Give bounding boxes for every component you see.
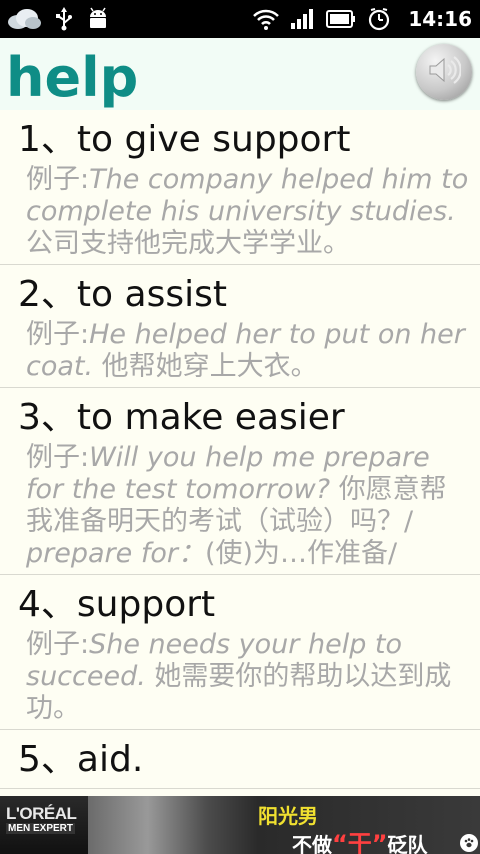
definition-term: to make easier [76,397,345,438]
ad-slogan-line2-a: 不做 [292,833,332,854]
definition-item: 2、 to assist 例子:He helped her to put on h… [0,265,480,388]
example-chinese: 公司支持他完成大学学业。 [26,228,350,259]
example-english-extra: prepare for： [26,538,205,569]
ad-photo [88,796,258,854]
definition-separator: 、 [40,119,77,160]
definition-separator: 、 [40,739,77,780]
definition-number: 1 [18,119,41,160]
example-sentence: 例子:The company helped him to complete hi… [4,164,476,260]
ad-banner[interactable]: L'ORÉAL MEN EXPERT 阳光男 不做“干”砭队 [0,796,480,854]
definition-term: support [76,584,216,625]
ad-brand: L'ORÉAL [6,804,77,823]
example-chinese-extra: (使)为…作准备/ [204,538,398,569]
definition-heading: 2、 to assist [4,271,476,319]
usb-icon [54,6,74,32]
definition-number: 4 [18,584,41,625]
definition-item: 1、 to give support 例子:The company helped … [0,110,480,265]
definition-heading: 5、 aid. [4,736,476,784]
example-label: 例子: [26,629,90,660]
example-sentence: 例子:He helped her to put on her coat. 他帮她… [4,319,476,383]
word-header: help [0,38,480,110]
definition-heading: 1、 to give support [4,116,476,164]
example-sentence: 例子:She needs your help to succeed. 她需要你的… [4,629,476,725]
definition-number: 5 [18,739,41,780]
definition-heading: 3、 to make easier [4,394,476,442]
signal-icon [290,7,316,31]
ad-slogan-line2: 不做“干”砭队 [292,824,428,854]
definition-term: to give support [76,119,351,160]
definition-item: 4、 support 例子:She needs your help to succ… [0,575,480,730]
definition-item: 5、 aid. [0,730,480,789]
ad-paw-icon[interactable] [460,834,478,852]
example-label: 例子: [26,442,90,473]
status-bar-right: 14:16 [252,4,472,34]
pronounce-button[interactable] [416,44,472,100]
example-english: The company helped him to complete his u… [26,164,469,227]
word-title: help [6,46,139,109]
example-chinese: 他帮她穿上大衣。 [101,351,318,382]
android-icon [86,6,110,32]
example-sentence: 例子:Will you help me prepare for the test… [4,442,476,570]
definition-separator: 、 [40,397,77,438]
definition-number: 3 [18,397,41,438]
ad-slogan-highlight: “干” [332,830,388,854]
ad-logo: L'ORÉAL MEN EXPERT [0,796,88,854]
wifi-icon [252,7,280,31]
example-label: 例子: [26,164,90,195]
definition-number: 2 [18,274,41,315]
ad-slogan: 阳光男 不做“干”砭队 [258,796,480,854]
example-label: 例子: [26,319,90,350]
battery-icon [326,9,356,29]
definition-separator: 、 [40,274,77,315]
definition-term: to assist [76,274,227,315]
definition-item: 3、 to make easier 例子:Will you help me pre… [0,388,480,575]
definition-heading: 4、 support [4,581,476,629]
status-clock: 14:16 [408,7,472,31]
status-bar: 14:16 [0,0,480,38]
status-bar-left [6,4,110,34]
ad-slogan-line2-b: 砭队 [387,833,428,854]
definition-term: aid. [76,739,144,780]
ad-sub-brand: MEN EXPERT [6,823,76,834]
weather-cloud-icon [6,6,42,32]
definitions-list[interactable]: 1、 to give support 例子:The company helped … [0,110,480,796]
alarm-clock-icon [366,6,392,32]
speaker-icon [427,55,462,89]
definition-separator: 、 [40,584,77,625]
